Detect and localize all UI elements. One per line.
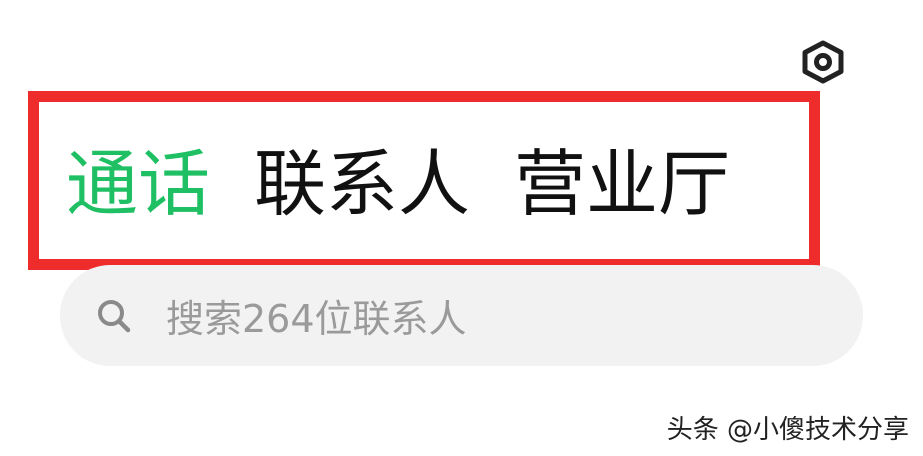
tab-contacts[interactable]: 联系人 (254, 144, 470, 224)
search-icon (98, 299, 131, 332)
tab-calls[interactable]: 通话 (66, 144, 210, 224)
settings-button[interactable] (800, 40, 846, 84)
watermark-handle: 头条 @小 (666, 415, 779, 445)
tab-bar: 通话 联系人 营业厅 (66, 144, 730, 224)
search-input[interactable]: 搜索264位联系人 (60, 265, 863, 366)
search-placeholder: 搜索264位联系人 (166, 297, 467, 341)
tab-service-hall[interactable]: 营业厅 (514, 144, 730, 224)
gear-icon (802, 40, 844, 84)
watermark: 头条 @小傻技术分享 (667, 409, 909, 446)
watermark-name: 傻技术分享 (778, 415, 909, 445)
